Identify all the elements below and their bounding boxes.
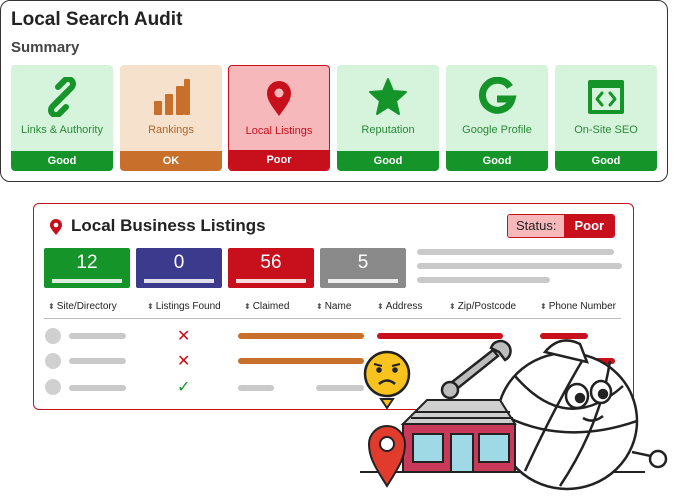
tile-google-profile[interactable]: Google Profile Good	[446, 65, 548, 171]
col-header-phone[interactable]: ⬍ Phone Number	[540, 301, 616, 312]
map-pin-icon	[367, 425, 407, 488]
avatar	[45, 379, 61, 395]
listings-title: Local Business Listings	[71, 216, 266, 235]
tile-status: Good	[446, 151, 548, 171]
check-icon: ✓	[177, 379, 191, 396]
x-icon: ✕	[177, 353, 191, 370]
col-header-zip[interactable]: ⬍ Zip/Postcode	[449, 301, 516, 312]
x-icon: ✕	[177, 328, 191, 345]
tile-label: On-Site SEO	[574, 124, 638, 136]
star-icon	[337, 77, 439, 117]
tile-label: Rankings	[148, 124, 194, 136]
tile-status: Good	[555, 151, 657, 171]
store-illustration	[355, 326, 700, 499]
stat-bar	[328, 279, 398, 283]
site-name-placeholder	[69, 333, 126, 339]
link-icon	[11, 77, 113, 117]
google-g-icon	[446, 77, 548, 117]
tile-reputation[interactable]: Reputation Good	[337, 65, 439, 171]
placeholder-line	[417, 249, 614, 255]
status-value: Poor	[564, 215, 615, 237]
summary-heading: Summary	[11, 39, 80, 56]
stat-value: 5	[357, 252, 369, 273]
row-bar	[238, 333, 364, 339]
placeholder-line	[417, 263, 622, 269]
stat-bar	[144, 279, 214, 283]
col-header-listings-found[interactable]: ⬍ Listings Found	[147, 301, 221, 312]
placeholder-line	[417, 277, 550, 283]
stat-box-blue: 0	[136, 248, 222, 288]
sort-icon: ⬍	[540, 302, 547, 311]
map-pin-icon	[229, 78, 329, 118]
stat-value: 12	[76, 252, 98, 273]
sort-icon: ⬍	[316, 302, 323, 311]
row-bar	[238, 358, 364, 364]
site-name-placeholder	[69, 385, 126, 391]
stat-box-green: 12	[44, 248, 130, 288]
tile-status: Good	[337, 151, 439, 171]
row-bar	[238, 385, 274, 391]
col-header-site[interactable]: ⬍ Site/Directory	[48, 301, 117, 312]
stat-box-gray: 5	[320, 248, 406, 288]
sad-face-icon	[363, 350, 411, 410]
sort-icon: ⬍	[377, 302, 384, 311]
tile-label: Google Profile	[462, 124, 532, 136]
globe-character	[495, 339, 668, 491]
tile-links-authority[interactable]: Links & Authority Good	[11, 65, 113, 171]
tile-status: OK	[120, 151, 222, 171]
wrench-icon	[440, 339, 512, 400]
page-title: Local Search Audit	[11, 9, 183, 30]
col-header-address[interactable]: ⬍ Address	[377, 301, 422, 312]
tile-label: Links & Authority	[21, 124, 103, 136]
status-badge: Status: Poor	[507, 214, 616, 238]
stat-value: 56	[260, 252, 282, 273]
tile-label: Local Listings	[245, 125, 313, 137]
tile-rankings[interactable]: Rankings OK	[120, 65, 222, 171]
tile-local-listings[interactable]: Local Listings Poor	[228, 65, 330, 171]
stat-bar	[236, 279, 306, 283]
tile-status: Good	[11, 151, 113, 171]
avatar	[45, 353, 61, 369]
col-header-claimed[interactable]: ⬍ Claimed	[244, 301, 289, 312]
audit-summary-card: Local Search Audit Summary Links & Autho…	[0, 0, 668, 182]
storefront-icon	[400, 399, 517, 473]
avatar	[45, 328, 61, 344]
bar-chart-icon	[120, 77, 222, 117]
stat-box-red: 56	[228, 248, 314, 288]
sort-icon: ⬍	[449, 302, 456, 311]
status-label: Status:	[508, 215, 565, 237]
sort-icon: ⬍	[244, 302, 251, 311]
sort-icon: ⬍	[147, 302, 154, 311]
tile-on-site-seo[interactable]: On-Site SEO Good	[555, 65, 657, 171]
tile-status: Poor	[229, 150, 329, 170]
map-pin-icon	[48, 218, 64, 241]
stat-value: 0	[173, 252, 185, 273]
site-name-placeholder	[69, 358, 126, 364]
sort-icon: ⬍	[48, 302, 55, 311]
tile-label: Reputation	[361, 124, 415, 136]
stat-bar	[52, 279, 122, 283]
header-divider	[44, 318, 621, 319]
col-header-name[interactable]: ⬍ Name	[316, 301, 351, 312]
code-window-icon	[555, 77, 657, 117]
